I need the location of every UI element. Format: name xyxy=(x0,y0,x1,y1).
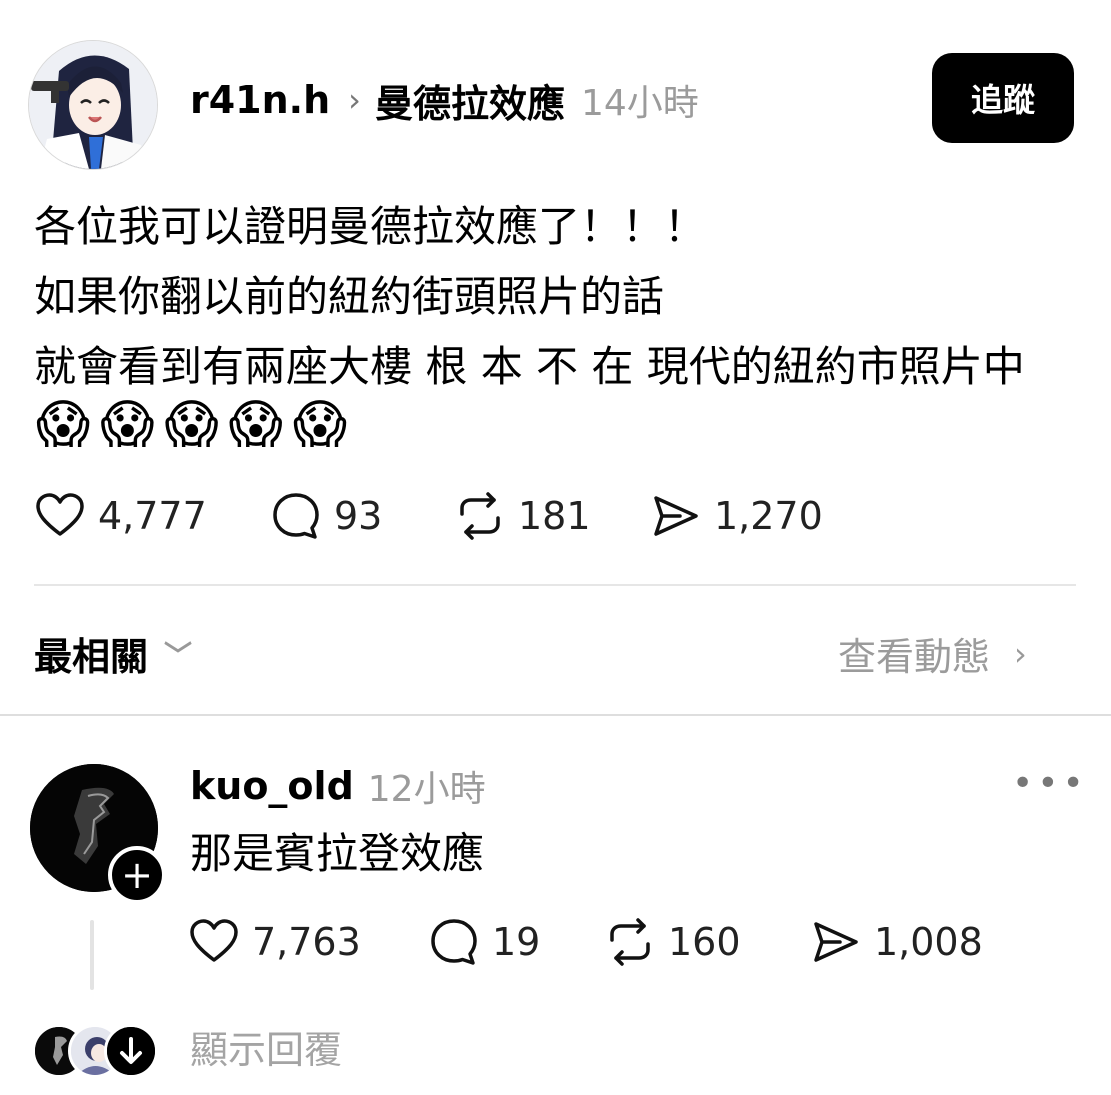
post-text: 各位我可以證明曼德拉效應了！！！ 如果你翻以前的紐約街頭照片的話 就會看到有兩座… xyxy=(34,192,1094,402)
show-more-arrow-icon xyxy=(104,1024,158,1078)
post-action-bar: 4,777 93 181 1,270 xyxy=(34,486,823,546)
reply-comment-button[interactable]: 19 xyxy=(428,916,604,968)
view-activity-link[interactable]: 查看動態 › xyxy=(838,626,1027,681)
divider xyxy=(0,714,1111,716)
thread-line xyxy=(90,920,94,990)
emoji-row: 😱 😱 😱 😱 😱 xyxy=(36,392,347,458)
divider xyxy=(34,584,1076,586)
follow-button[interactable]: 追蹤 xyxy=(932,53,1074,143)
send-icon xyxy=(650,490,702,542)
scream-emoji-icon: 😱 xyxy=(100,395,155,455)
heart-icon xyxy=(34,490,86,542)
reply-username[interactable]: kuo_old xyxy=(190,764,354,808)
show-replies-link[interactable]: 顯示回覆 xyxy=(190,1024,342,1076)
sort-dropdown[interactable]: 最相關 ﹀ xyxy=(34,626,192,681)
anime-avatar-icon xyxy=(29,41,157,169)
reply-share-count: 1,008 xyxy=(874,920,983,964)
post-timestamp: 14小時 xyxy=(580,83,699,124)
repost-icon xyxy=(454,490,506,542)
follow-plus-icon[interactable]: + xyxy=(108,846,166,904)
scream-emoji-icon: 😱 xyxy=(164,395,219,455)
repost-icon xyxy=(604,916,656,968)
poster-username[interactable]: r41n.h xyxy=(190,78,330,122)
reply-like-count: 7,763 xyxy=(252,920,361,964)
reply-timestamp: 12小時 xyxy=(367,769,486,810)
reply-share-button[interactable]: 1,008 xyxy=(810,916,983,968)
share-button[interactable]: 1,270 xyxy=(650,490,823,542)
heart-icon xyxy=(188,916,240,968)
reply-action-bar: 7,763 19 160 1,008 xyxy=(188,912,983,972)
send-icon xyxy=(810,916,862,968)
more-options-icon[interactable]: ••• xyxy=(1012,766,1084,802)
replier-avatars[interactable] xyxy=(32,1024,162,1078)
sort-label: 最相關 xyxy=(34,635,149,679)
poster-avatar[interactable] xyxy=(28,40,158,170)
post-header: r41n.h › 曼德拉效應 14小時 xyxy=(190,76,699,126)
comment-button[interactable]: 93 xyxy=(270,490,454,542)
scream-emoji-icon: 😱 xyxy=(292,395,348,455)
chevron-right-icon: › xyxy=(1014,634,1027,673)
share-count: 1,270 xyxy=(714,494,823,538)
comment-bubble-icon xyxy=(270,490,322,542)
comment-bubble-icon xyxy=(428,916,480,968)
reply-comment-count: 19 xyxy=(492,920,541,964)
repost-count: 181 xyxy=(518,494,591,538)
like-button[interactable]: 4,777 xyxy=(34,490,270,542)
reply-like-button[interactable]: 7,763 xyxy=(188,916,428,968)
repost-button[interactable]: 181 xyxy=(454,490,650,542)
scream-emoji-icon: 😱 xyxy=(36,395,91,455)
reply-repost-count: 160 xyxy=(668,920,741,964)
reply-text: 那是賓拉登效應 xyxy=(190,829,485,878)
view-activity-label: 查看動態 xyxy=(838,635,991,679)
chevron-down-icon: ﹀ xyxy=(164,638,193,672)
reply-repost-button[interactable]: 160 xyxy=(604,916,810,968)
comment-count: 93 xyxy=(334,494,383,538)
reply-header: kuo_old 12小時 xyxy=(190,762,486,810)
topic-tag[interactable]: 曼德拉效應 xyxy=(375,73,565,128)
chevron-right-icon: › xyxy=(348,81,361,119)
post-text-line: 如果你翻以前的紐約街頭照片的話 xyxy=(34,272,665,321)
post-text-line: 各位我可以證明曼德拉效應了！！！ xyxy=(34,202,707,251)
scream-emoji-icon: 😱 xyxy=(228,395,283,455)
like-count: 4,777 xyxy=(98,494,207,538)
